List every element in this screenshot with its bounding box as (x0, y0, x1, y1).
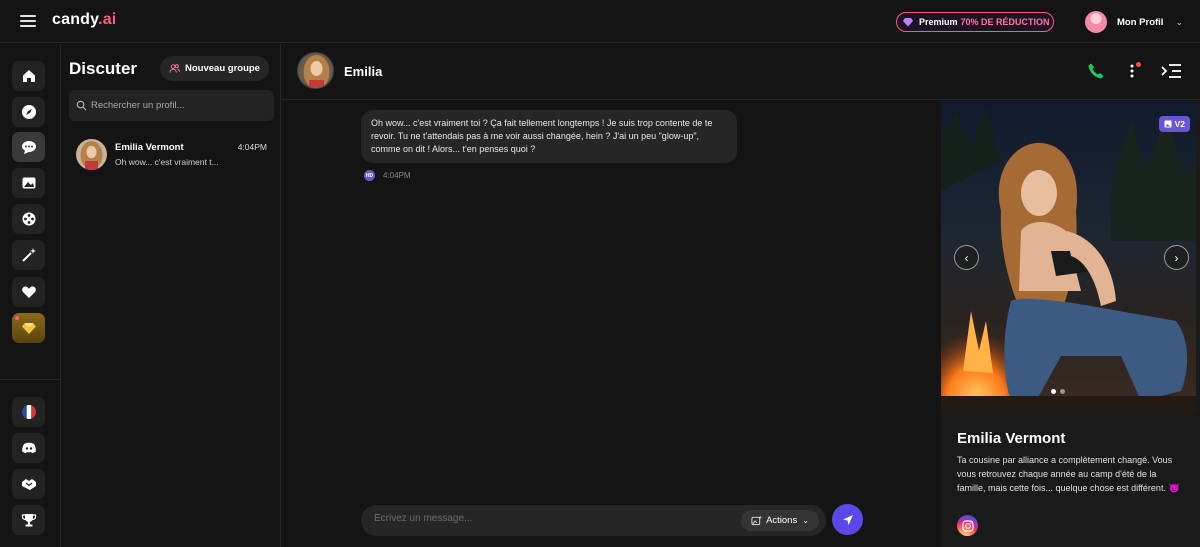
menu-icon[interactable] (20, 15, 36, 27)
chat-header: Emilia (282, 44, 1200, 100)
avatar (1085, 11, 1107, 33)
sidebar-item-chat[interactable] (12, 132, 45, 162)
logo-suffix: .ai (98, 11, 117, 28)
version-label: V2 (1174, 119, 1185, 129)
photo-dot[interactable] (1060, 389, 1065, 394)
magic-wand-icon (21, 248, 36, 262)
chat-bubble-icon (21, 141, 36, 154)
chevron-down-icon: ⌄ (802, 516, 809, 525)
message-time: 4:04PM (383, 171, 411, 180)
app-root: candy.ai Premium 70% DE RÉDUCTION Mon Pr… (0, 0, 1200, 547)
profile-name: Emilia Vermont (957, 430, 1066, 447)
conversation-time: 4:04PM (237, 142, 267, 152)
send-button[interactable] (832, 504, 863, 535)
image-icon (1164, 120, 1172, 128)
conversation-panel: Discuter Nouveau groupe Emilia Vermont 4… (62, 44, 281, 547)
profile-photo-image (941, 106, 1196, 412)
sidebar-item-premium[interactable] (12, 313, 45, 343)
compass-icon (21, 105, 36, 119)
logo[interactable]: candy.ai (52, 11, 116, 29)
profile-menu[interactable]: Mon Profil ⌄ (1085, 11, 1183, 33)
avatar[interactable] (297, 52, 334, 89)
sidebar-item-affiliate[interactable] (12, 469, 45, 499)
conversations-title: Discuter (69, 59, 138, 78)
instagram-icon (961, 519, 974, 532)
film-reel-icon (22, 212, 35, 226)
sidebar-item-discord[interactable] (12, 433, 45, 463)
chat-area: Oh wow... c'est vraiment toi ? Ça fait t… (282, 101, 940, 547)
diamond-icon (903, 18, 913, 27)
sidebar-item-language[interactable] (12, 397, 45, 427)
notification-dot (15, 316, 19, 320)
sidebar-item-generate[interactable] (12, 240, 45, 270)
discord-icon (21, 442, 36, 454)
handshake-icon (21, 479, 36, 490)
conversation-item[interactable]: Emilia Vermont 4:04PM Oh wow... c'est vr… (62, 132, 281, 182)
chevron-down-icon: ⌄ (1175, 16, 1183, 27)
contact-name[interactable]: Emilia (344, 64, 382, 79)
premium-discount: 70% DE RÉDUCTION (960, 17, 1050, 27)
sidebar-item-create[interactable] (12, 204, 45, 234)
search-box[interactable] (69, 90, 274, 121)
version-badge: V2 (1158, 116, 1190, 132)
next-photo-button[interactable]: › (1164, 245, 1189, 270)
photo-dot[interactable] (1051, 389, 1056, 394)
photo-indicator (1051, 389, 1069, 394)
diamond-icon (21, 323, 36, 334)
sidebar-item-gallery[interactable] (12, 168, 45, 198)
notification-dot (1136, 62, 1141, 67)
previous-photo-button[interactable]: ‹ (954, 245, 979, 270)
users-icon (169, 64, 180, 73)
conversation-preview: Oh wow... c'est vraiment t... (115, 157, 219, 167)
search-icon (76, 100, 87, 111)
send-icon (842, 514, 853, 525)
logo-main: candy (52, 11, 99, 28)
profile-panel: V2 ‹ › Emilia Vermont Ta cousine par all… (941, 101, 1200, 547)
message-bubble: Oh wow... c'est vraiment toi ? Ça fait t… (361, 110, 737, 163)
sidebar-item-my-ai[interactable] (12, 277, 45, 307)
premium-button[interactable]: Premium 70% DE RÉDUCTION (896, 12, 1054, 32)
collapse-panel-icon[interactable] (1160, 62, 1182, 80)
actions-button[interactable]: Actions ⌄ (741, 510, 819, 531)
image-sparkle-icon (751, 515, 763, 526)
france-flag-icon (21, 405, 36, 419)
heart-icon (21, 286, 36, 298)
profile-description: Ta cousine par alliance a complètement c… (957, 455, 1180, 493)
profile-label: Mon Profil (1117, 16, 1164, 28)
sidebar-item-explore[interactable] (12, 97, 45, 127)
more-options-button[interactable] (1127, 62, 1141, 80)
trophy-icon (21, 514, 36, 527)
sidebar-item-leaderboard[interactable] (12, 505, 45, 535)
new-group-label: Nouveau groupe (185, 63, 260, 74)
profile-photo[interactable]: V2 ‹ › (941, 101, 1196, 412)
sidebar-item-home[interactable] (12, 61, 45, 91)
avatar (76, 139, 107, 170)
chevron-left-icon: ‹ (964, 250, 969, 265)
message-meta: HD 4:04PM (364, 170, 411, 181)
search-input[interactable] (91, 100, 271, 111)
home-icon (22, 70, 35, 82)
image-icon (22, 177, 35, 189)
icon-rail (0, 44, 61, 547)
instagram-button[interactable] (957, 515, 978, 536)
phone-icon[interactable] (1087, 62, 1105, 80)
rail-divider (0, 379, 61, 380)
new-group-button[interactable]: Nouveau groupe (160, 56, 269, 81)
actions-label: Actions (766, 515, 798, 526)
hd-badge: HD (364, 170, 375, 181)
conversation-name: Emilia Vermont (115, 142, 184, 153)
premium-label: Premium (919, 17, 958, 27)
message-composer: Actions ⌄ (361, 505, 826, 536)
message-input[interactable] (374, 513, 734, 524)
chevron-right-icon: › (1174, 250, 1179, 265)
top-bar: candy.ai Premium 70% DE RÉDUCTION Mon Pr… (0, 0, 1200, 43)
